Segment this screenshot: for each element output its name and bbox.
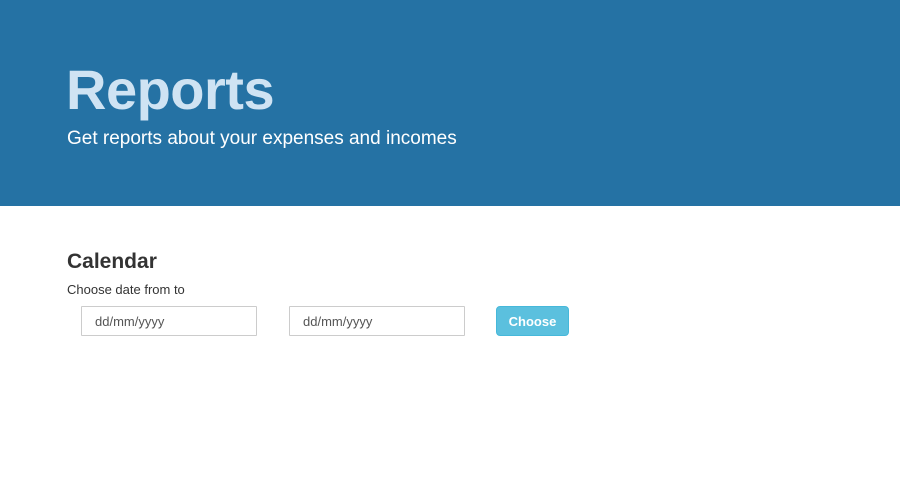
calendar-label: Choose date from to <box>67 282 185 297</box>
date-from-input[interactable] <box>81 306 257 336</box>
page-subtitle: Get reports about your expenses and inco… <box>67 128 457 149</box>
choose-button[interactable]: Choose <box>496 306 569 336</box>
page-header: Reports Get reports about your expenses … <box>0 0 900 206</box>
calendar-title: Calendar <box>67 250 157 273</box>
date-to-input[interactable] <box>289 306 465 336</box>
page-title: Reports <box>66 58 275 121</box>
